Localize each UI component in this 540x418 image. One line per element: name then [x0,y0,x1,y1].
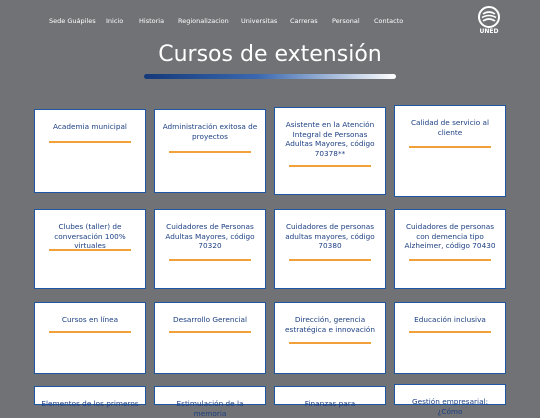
course-card[interactable]: Cursos en línea [34,302,146,374]
course-underline [289,342,371,344]
course-title: Clubes (taller) de conversación 100% vir… [54,222,126,250]
course-underline [409,331,491,333]
course-underline [289,259,371,261]
course-card[interactable]: Dirección, gerencia estratégica e innova… [274,302,386,374]
course-card[interactable]: Clubes (taller) de conversación 100% vir… [34,209,146,289]
course-card[interactable]: Elementos de los primeros [34,386,146,408]
course-card[interactable]: Gestión empresarial: ¿Cómo [394,384,506,416]
course-title: Administración exitosa de proyectos [162,122,258,141]
course-card[interactable]: Academia municipal [34,109,146,193]
course-title: Desarrollo Gerencial [172,315,248,324]
course-grid: Academia municipal Administración exitos… [0,0,540,418]
course-title: Estimulación de la memoria [176,399,244,418]
course-card[interactable]: Cuidadores de Personas Adultas Mayores, … [154,209,266,289]
course-underline [409,146,491,148]
course-card[interactable]: Desarrollo Gerencial [154,302,266,374]
course-card[interactable]: Asistente en la Atención Integral de Per… [274,107,386,195]
course-card[interactable]: Cuidadores de personas con demencia tipo… [394,209,506,289]
course-card[interactable]: Calidad de servicio al cliente [394,105,506,197]
course-underline [49,249,131,251]
course-underline [289,165,371,167]
course-title: Cuidadores de personas con demencia tipo… [404,222,496,250]
course-title: Calidad de servicio al cliente [410,118,490,137]
course-title: Gestión empresarial: ¿Cómo [411,397,489,416]
course-title: Cuidadores de Personas Adultas Mayores, … [165,222,255,250]
course-underline [169,259,251,261]
course-title: Finanzas para [304,399,356,408]
course-underline [169,151,251,153]
course-title: Academia municipal [53,122,127,131]
course-title: Cuidadores de personas adultas mayores, … [285,222,375,250]
course-title: Dirección, gerencia estratégica e innova… [285,315,375,334]
course-underline [49,141,131,143]
course-card[interactable]: Estimulación de la memoria [154,386,266,418]
course-card[interactable]: Finanzas para [274,386,386,408]
course-underline [169,331,251,333]
course-title: Elementos de los primeros [41,399,139,408]
course-card[interactable]: Administración exitosa de proyectos [154,109,266,193]
course-card[interactable]: Educación inclusiva [394,302,506,374]
course-card[interactable]: Cuidadores de personas adultas mayores, … [274,209,386,289]
course-title: Cursos en línea [61,315,119,324]
course-underline [49,331,131,333]
course-title: Educación inclusiva [414,315,486,324]
course-title: Asistente en la Atención Integral de Per… [285,120,375,158]
course-underline [409,259,491,261]
